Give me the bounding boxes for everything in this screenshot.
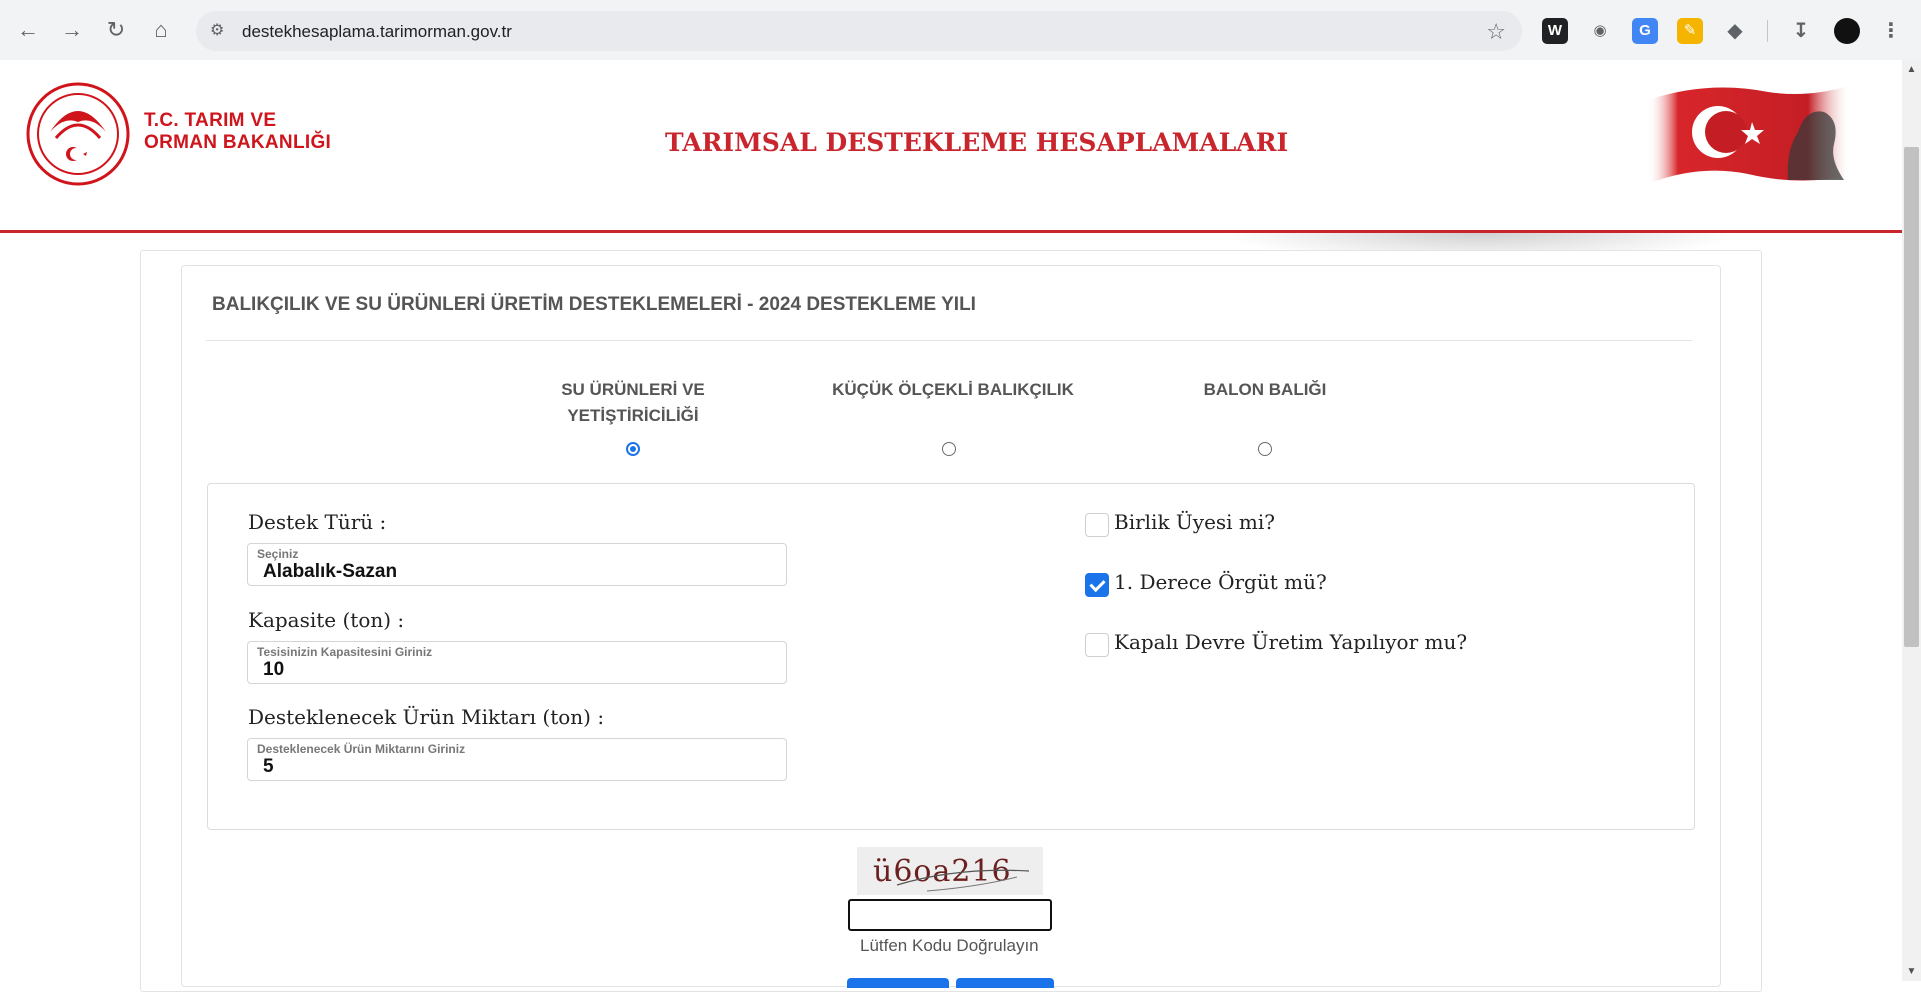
- support-type-label: Destek Türü :: [248, 510, 387, 534]
- capacity-input[interactable]: Tesisinizin Kapasitesini Giriniz 10: [247, 641, 787, 684]
- option-label-line: KÜÇÜK ÖLÇEKLİ BALIKÇILIK: [832, 380, 1074, 399]
- capacity-value: 10: [263, 659, 285, 680]
- card-divider: [206, 340, 1692, 341]
- wikipedia-extension-icon[interactable]: W: [1542, 18, 1568, 44]
- ministry-name-line2: ORMAN BAKANLIĞI: [144, 132, 332, 153]
- bookmark-star-icon[interactable]: ☆: [1486, 19, 1506, 45]
- extensions-puzzle-icon[interactable]: ◆: [1722, 18, 1748, 44]
- derece-orgut-label[interactable]: 1. Derece Örgüt mü?: [1114, 570, 1327, 594]
- ministry-name: T.C. TARIM VE ORMAN BAKANLIĞI: [144, 110, 331, 154]
- amount-placeholder: Desteklenecek Ürün Miktarını Giriniz: [257, 742, 466, 756]
- download-icon[interactable]: ↧: [1788, 18, 1814, 44]
- captcha-image: ü6oa216: [857, 847, 1043, 895]
- birlik-uyesi-checkbox[interactable]: [1085, 513, 1109, 537]
- birlik-uyesi-label[interactable]: Birlik Üyesi mi?: [1114, 510, 1275, 534]
- calculate-button[interactable]: [847, 978, 949, 988]
- toolbar-divider: [1767, 20, 1768, 42]
- ministry-logo: [26, 82, 130, 186]
- url-text[interactable]: destekhesaplama.tarimorman.gov.tr: [242, 22, 512, 42]
- scroll-down-icon[interactable]: ▼: [1905, 966, 1918, 978]
- browser-toolbar: ← → ↻ ⌂ ⚙ destekhesaplama.tarimorman.gov…: [0, 0, 1921, 61]
- page-title: TARIMSAL DESTEKLEME HESAPLAMALARI: [665, 128, 1289, 157]
- capacity-label: Kapasite (ton) :: [248, 608, 405, 632]
- option-label-balon-baligi[interactable]: BALON BALIĞI: [1180, 377, 1350, 403]
- option-label-line: YETİŞTİRİCİLİĞİ: [567, 406, 699, 425]
- profile-avatar[interactable]: [1834, 18, 1860, 44]
- reload-icon[interactable]: ↻: [100, 14, 132, 46]
- kapali-devre-label[interactable]: Kapalı Devre Üretim Yapılıyor mu?: [1114, 630, 1467, 654]
- derece-orgut-checkbox[interactable]: [1085, 573, 1109, 597]
- option-label-su-urunleri[interactable]: SU ÜRÜNLERİ VE YETİŞTİRİCİLİĞİ: [553, 377, 713, 429]
- forward-icon[interactable]: →: [56, 14, 88, 46]
- radio-su-urunleri[interactable]: [626, 442, 640, 456]
- amount-label: Desteklenecek Ürün Miktarı (ton) :: [248, 705, 605, 729]
- card-title: BALIKÇILIK VE SU ÜRÜNLERİ ÜRETİM DESTEKL…: [212, 294, 976, 315]
- capacity-placeholder: Tesisinizin Kapasitesini Giriniz: [257, 645, 433, 659]
- home-icon[interactable]: ⌂: [145, 14, 177, 46]
- address-bar[interactable]: ⚙ destekhesaplama.tarimorman.gov.tr ☆: [196, 11, 1522, 51]
- option-label-kucuk-olcekli[interactable]: KÜÇÜK ÖLÇEKLİ BALIKÇILIK: [828, 377, 1078, 403]
- scroll-up-icon[interactable]: ▲: [1905, 64, 1918, 76]
- site-info-icon[interactable]: ⚙: [210, 21, 230, 41]
- support-type-value: Alabalık-Sazan: [263, 561, 398, 582]
- back-icon[interactable]: ←: [12, 14, 44, 46]
- support-type-select[interactable]: Seçiniz Alabalık-Sazan: [247, 543, 787, 586]
- camera-extension-icon[interactable]: ◉: [1587, 18, 1613, 44]
- kapali-devre-checkbox[interactable]: [1085, 633, 1109, 657]
- translate-extension-icon[interactable]: G: [1632, 18, 1658, 44]
- captcha-input[interactable]: [848, 899, 1052, 931]
- turkish-flag-ataturk-image: [1648, 86, 1848, 184]
- support-type-placeholder: Seçiniz: [257, 547, 299, 561]
- menu-kebab-icon[interactable]: ⋮: [1878, 18, 1904, 44]
- scroll-thumb[interactable]: [1904, 147, 1919, 647]
- option-label-line: SU ÜRÜNLERİ VE: [561, 380, 705, 399]
- notes-extension-icon[interactable]: ✎: [1677, 18, 1703, 44]
- captcha-hint: Lütfen Kodu Doğrulayın: [860, 936, 1039, 955]
- ministry-name-line1: T.C. TARIM VE: [144, 110, 277, 131]
- option-label-line: BALON BALIĞI: [1203, 380, 1327, 399]
- amount-value: 5: [263, 756, 274, 777]
- radio-kucuk-olcekli[interactable]: [942, 442, 956, 456]
- captcha-code: ü6oa216: [873, 854, 1012, 889]
- clear-button[interactable]: [956, 978, 1054, 988]
- amount-input[interactable]: Desteklenecek Ürün Miktarını Giriniz 5: [247, 738, 787, 781]
- radio-balon-baligi[interactable]: [1258, 442, 1272, 456]
